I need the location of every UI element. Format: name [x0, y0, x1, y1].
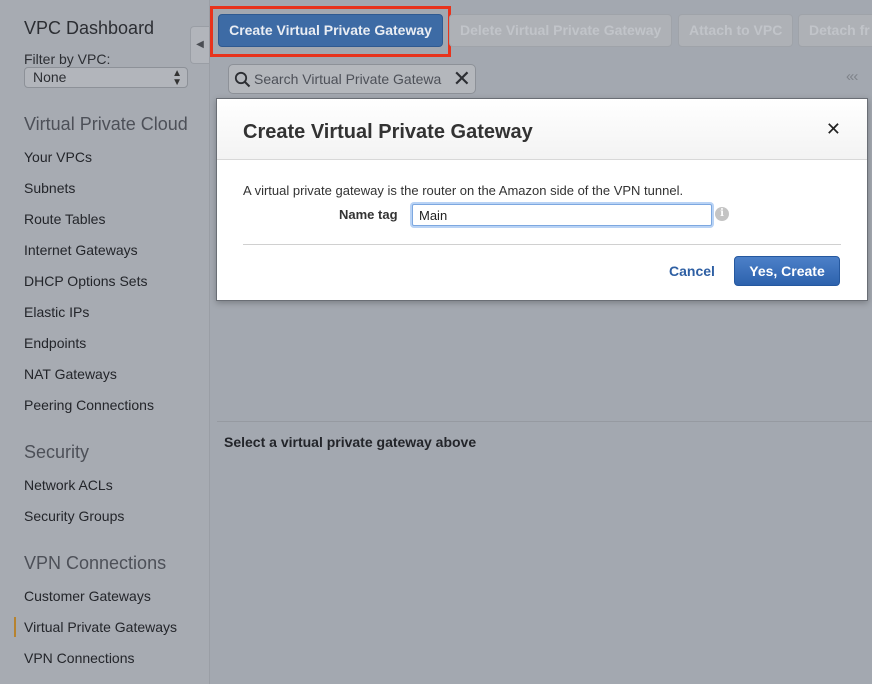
delete-vpg-button[interactable]: Delete Virtual Private Gateway	[449, 14, 672, 47]
sidebar-item-your-vpcs[interactable]: Your VPCs	[24, 149, 92, 165]
cancel-button[interactable]: Cancel	[669, 263, 715, 279]
name-tag-input[interactable]	[412, 204, 712, 226]
content-divider	[217, 421, 872, 422]
sidebar-item-network-acls[interactable]: Network ACLs	[24, 477, 113, 493]
search-placeholder: Search Virtual Private Gatewa	[254, 71, 442, 87]
sidebar-item-peering[interactable]: Peering Connections	[24, 397, 154, 413]
create-vpg-button[interactable]: Create Virtual Private Gateway	[218, 14, 443, 47]
dialog-title: Create Virtual Private Gateway	[243, 121, 533, 143]
dialog-header: Create Virtual Private Gateway ✕	[217, 99, 867, 160]
sidebar-item-internet-gateways[interactable]: Internet Gateways	[24, 242, 138, 258]
name-tag-label: Name tag	[339, 207, 398, 222]
sidebar-item-dhcp-options[interactable]: DHCP Options Sets	[24, 273, 147, 289]
section-heading-vpc: Virtual Private Cloud	[24, 114, 188, 134]
sidebar-item-elastic-ips[interactable]: Elastic IPs	[24, 304, 89, 320]
search-input[interactable]: Search Virtual Private Gatewa ✕	[228, 64, 476, 94]
dialog-description: A virtual private gateway is the router …	[243, 183, 684, 198]
sidebar-title[interactable]: VPC Dashboard	[24, 18, 154, 39]
sidebar-item-nat-gateways[interactable]: NAT Gateways	[24, 366, 117, 382]
details-placeholder: Select a virtual private gateway above	[224, 434, 477, 450]
sidebar-item-route-tables[interactable]: Route Tables	[24, 211, 105, 227]
filter-label: Filter by VPC:	[24, 51, 111, 67]
sidebar-item-vpn-connections[interactable]: VPN Connections	[24, 650, 135, 666]
attach-vpc-button[interactable]: Attach to VPC	[678, 14, 793, 47]
active-item-marker	[14, 617, 16, 637]
select-arrows-icon: ▲ ▼	[172, 68, 182, 88]
vpc-filter-value: None	[33, 69, 67, 85]
detach-button[interactable]: Detach fr	[798, 14, 872, 47]
sidebar-item-endpoints[interactable]: Endpoints	[24, 335, 86, 351]
search-icon	[234, 71, 251, 88]
collapse-left-icon[interactable]: ◀	[190, 26, 209, 64]
create-vpg-dialog: Create Virtual Private Gateway ✕ A virtu…	[216, 98, 868, 301]
sidebar-item-security-groups[interactable]: Security Groups	[24, 508, 124, 524]
vpc-filter-select[interactable]: None ▲ ▼	[24, 67, 188, 88]
section-heading-security: Security	[24, 442, 90, 462]
sidebar: VPC Dashboard Filter by VPC: None ▲ ▼ Vir…	[0, 0, 210, 684]
yes-create-button[interactable]: Yes, Create	[734, 256, 840, 286]
clear-icon[interactable]: ✕	[453, 66, 471, 92]
sidebar-item-customer-gateways[interactable]: Customer Gateways	[24, 588, 151, 604]
sidebar-item-subnets[interactable]: Subnets	[24, 180, 75, 196]
info-icon[interactable]: i	[715, 207, 729, 221]
close-icon[interactable]: ✕	[826, 119, 841, 140]
section-heading-vpn: VPN Connections	[24, 553, 167, 573]
sidebar-item-virtual-private-gateways[interactable]: Virtual Private Gateways	[24, 619, 177, 635]
pager-first-icon[interactable]: «‹	[846, 68, 858, 85]
dialog-divider	[243, 244, 841, 245]
